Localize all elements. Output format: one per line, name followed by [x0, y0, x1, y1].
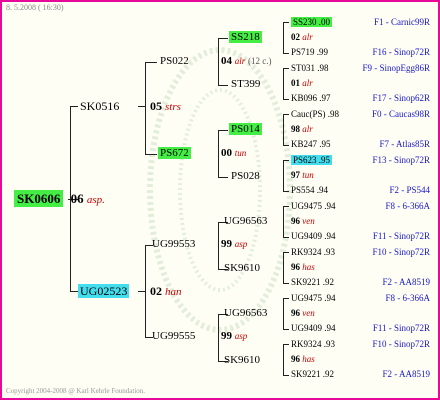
dam-tag: han — [165, 286, 182, 298]
g4-line-4[interactable]: F0 - Caucas98R — [372, 110, 430, 119]
header-date: 8. 5.2008 ( 16:30) — [6, 3, 64, 12]
g3-id-6[interactable]: UG96563 — [224, 308, 267, 319]
g4-id-4[interactable]: Cauc(PS) .98 — [291, 110, 339, 119]
dam-id[interactable]: UG02523 — [78, 284, 130, 298]
g4-line-11[interactable]: F2 - AA8519 — [382, 278, 430, 287]
g3-info-4: 96 ven — [291, 216, 315, 226]
g4-line-2[interactable]: F9 - SinopEgg86R — [362, 64, 430, 73]
g3-info-1: 01 alr — [291, 78, 313, 88]
g4-id-15[interactable]: SK9221 .92 — [291, 370, 334, 379]
root-id[interactable]: SK0606 — [14, 190, 64, 207]
g3-id-2[interactable]: PS014 — [229, 123, 262, 135]
g4-line-9[interactable]: F11 - Sinop72R — [373, 232, 430, 241]
g3-info-0: 02 alr — [291, 32, 313, 42]
g4-id-1[interactable]: PS719 .99 — [291, 48, 328, 57]
ss-id[interactable]: PS022 — [160, 56, 189, 67]
g3-info-3: 97 tun — [291, 170, 314, 180]
g4-line-12[interactable]: F8 - 6-366A — [386, 294, 431, 303]
sire-id[interactable]: SK0516 — [80, 100, 119, 112]
g3-id-1[interactable]: ST399 — [231, 79, 260, 90]
g3-id-4[interactable]: UG96563 — [224, 216, 267, 227]
g4-line-10[interactable]: F10 - Sinop72R — [372, 248, 430, 257]
g4-line-5[interactable]: F7 - Atlas85R — [379, 140, 430, 149]
g4-id-13[interactable]: UG9409 .94 — [291, 324, 336, 333]
g4-line-15[interactable]: F2 - AA8519 — [382, 370, 430, 379]
g4-id-7[interactable]: PS554 .94 — [291, 186, 328, 195]
sire-info: 05 strs — [150, 100, 181, 113]
sire-tag: strs — [165, 101, 181, 113]
ds-info: 99 asp — [221, 238, 248, 250]
g4-id-5[interactable]: KB247 .95 — [291, 140, 331, 149]
g3-id-0[interactable]: SS218 — [229, 31, 262, 43]
sd-id[interactable]: PS672 — [158, 147, 191, 159]
g4-id-0[interactable]: SS230 .00 — [291, 17, 333, 27]
dd-id[interactable]: UG99555 — [152, 331, 195, 342]
sire-year: 05 — [150, 99, 162, 113]
g4-id-14[interactable]: RK9324 .93 — [291, 340, 335, 349]
ds-id[interactable]: UG99553 — [152, 239, 195, 250]
g3-info-7: 96 has — [291, 354, 315, 364]
dam-year: 02 — [150, 284, 162, 298]
ss-info: 04 alr (12 c.) — [221, 55, 272, 67]
root-tag: asp. — [86, 194, 105, 206]
g4-line-8[interactable]: F8 - 6-366A — [386, 202, 431, 211]
g4-line-14[interactable]: F10 - Sinop72R — [372, 340, 430, 349]
g4-line-13[interactable]: F11 - Sinop72R — [373, 324, 430, 333]
dd-info: 99 asp — [221, 330, 248, 342]
root-year: 06 — [70, 191, 84, 206]
g4-id-11[interactable]: SK9221 .92 — [291, 278, 334, 287]
g4-id-12[interactable]: UG9475 .94 — [291, 294, 336, 303]
g3-info-2: 98 alr — [291, 124, 313, 134]
g4-id-6[interactable]: PS623 .95 — [291, 155, 333, 165]
g3-info-6: 96 ven — [291, 308, 315, 318]
g4-id-8[interactable]: UG9475 .94 — [291, 202, 336, 211]
dam-info: 02 han — [150, 285, 182, 298]
g3-id-5[interactable]: SK9610 — [224, 263, 260, 274]
g4-line-7[interactable]: F2 - PS544 — [389, 186, 430, 195]
sd-info: 00 tun — [221, 147, 247, 159]
g4-id-10[interactable]: RK9324 .93 — [291, 248, 335, 257]
footer-copyright: Copyright 2004-2008 @ Karl Kehrle Founda… — [6, 387, 146, 395]
g4-line-6[interactable]: F13 - Sinop72R — [372, 156, 430, 165]
g3-id-7[interactable]: SK9610 — [224, 355, 260, 366]
g4-line-1[interactable]: F16 - Sinop72R — [372, 48, 430, 57]
g4-id-2[interactable]: ST031 .98 — [291, 64, 329, 73]
g3-info-5: 96 has — [291, 262, 315, 272]
g4-line-3[interactable]: F17 - Sinop62R — [372, 94, 430, 103]
root-node[interactable]: SK0606 06 asp. — [14, 190, 105, 207]
g4-line-0[interactable]: F1 - Carnic99R — [374, 18, 430, 27]
g4-id-9[interactable]: UG9409 .94 — [291, 232, 336, 241]
g3-id-3[interactable]: PS028 — [231, 171, 260, 182]
g4-id-3[interactable]: KB096 .97 — [291, 94, 331, 103]
